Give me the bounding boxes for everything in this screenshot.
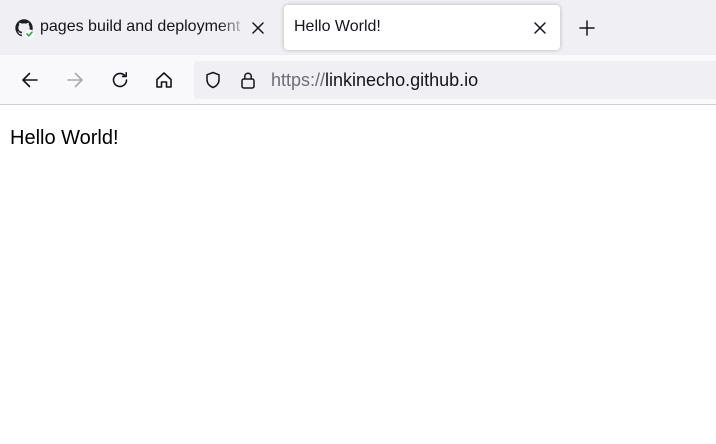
close-tab-icon[interactable] [529,17,551,39]
reload-button[interactable] [108,68,132,92]
new-tab-button[interactable] [575,16,599,40]
home-button[interactable] [152,68,176,92]
back-arrow-icon [22,72,38,88]
forward-arrow-icon [67,72,83,88]
page-content: Hello World! [0,106,716,444]
home-icon [156,72,172,88]
back-button[interactable] [18,68,42,92]
github-icon [13,17,35,39]
navigation-toolbar: https://linkinecho.github.io [0,55,716,105]
url-host: linkinecho.github.io [325,70,479,90]
tab-strip: pages build and deployment Hello World! [0,0,716,55]
url-bar[interactable]: https://linkinecho.github.io [194,61,716,99]
shield-icon[interactable] [202,69,224,91]
tab-hello-world[interactable]: Hello World! [284,5,560,50]
url-text[interactable]: https://linkinecho.github.io [271,70,478,91]
lock-icon[interactable] [237,69,259,91]
url-scheme: https:// [271,70,326,90]
tab-title: Hello World! [294,18,381,35]
tab-pages-build[interactable]: pages build and deployment [4,5,276,50]
page-heading: Hello World! [10,127,119,149]
tab-title: pages build and deployment [40,18,241,35]
forward-button[interactable] [63,68,87,92]
plus-icon [579,20,595,36]
reload-icon [112,72,128,88]
close-tab-icon[interactable] [247,17,269,39]
